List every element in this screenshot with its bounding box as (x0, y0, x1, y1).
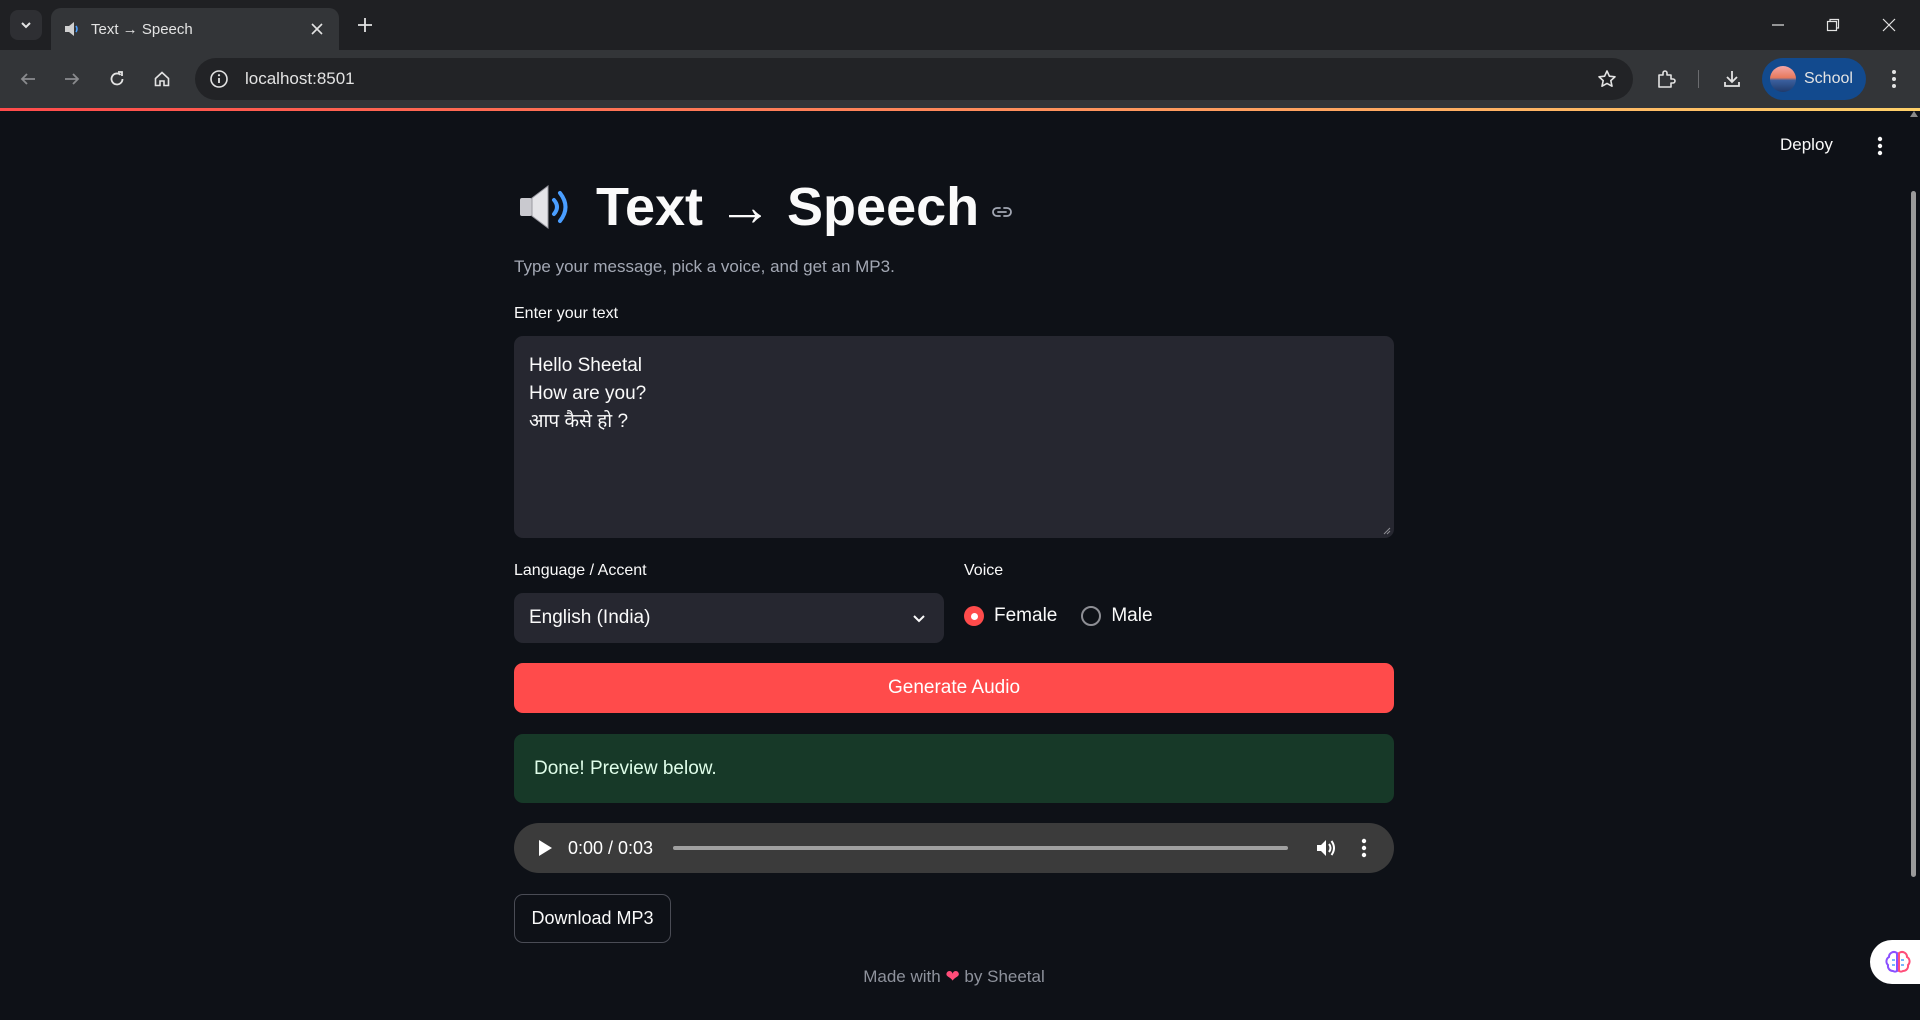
voice-option-label: Female (994, 605, 1058, 626)
footer-suffix: by Sheetal (964, 967, 1045, 986)
back-button[interactable] (12, 63, 44, 95)
footer-prefix: Made with (863, 967, 941, 986)
restore-button[interactable] (1820, 12, 1846, 38)
scroll-up-arrow[interactable] (1910, 111, 1918, 117)
reload-icon (110, 71, 124, 86)
forward-button[interactable] (56, 63, 88, 95)
profile-button[interactable]: School (1762, 58, 1866, 100)
bookmark-star-icon[interactable] (1593, 65, 1621, 93)
heart-icon: ❤ (945, 967, 960, 986)
close-icon (1882, 18, 1896, 32)
url-text[interactable]: localhost:8501 (245, 69, 1593, 89)
close-window-button[interactable] (1876, 12, 1902, 38)
page-title: Text → Speech (596, 177, 980, 237)
download-icon (1724, 71, 1740, 87)
restore-icon (1826, 18, 1840, 32)
vertical-dots-icon (1877, 136, 1883, 156)
app-viewport: Deploy Text → Speech Type your message, … (0, 111, 1920, 1020)
audio-options-icon[interactable] (1354, 836, 1374, 860)
tab-title: Text → Speech (91, 20, 193, 38)
site-info-icon[interactable] (207, 67, 231, 91)
brain-icon (1885, 951, 1911, 973)
resize-handle-icon[interactable] (1381, 525, 1391, 535)
language-label: Language / Accent (514, 562, 647, 579)
download-mp3-button[interactable]: Download MP3 (514, 894, 671, 943)
browser-menu-button[interactable] (1878, 63, 1910, 95)
audio-time: 0:00 / 0:03 (568, 837, 654, 858)
scrollbar-thumb[interactable] (1911, 191, 1916, 877)
browser-tab-bar: Text → Speech (0, 0, 1920, 50)
volume-icon[interactable] (1314, 836, 1338, 860)
voice-option-label: Male (1111, 605, 1153, 626)
tab-close-icon[interactable] (307, 19, 327, 39)
voice-option-female[interactable]: Female (964, 605, 1057, 627)
extensions-button[interactable] (1650, 63, 1682, 95)
text-input-area[interactable]: Hello Sheetal How are you? आप कैसे हो ? (514, 336, 1394, 538)
text-line: Hello Sheetal (529, 355, 643, 376)
anchor-link-icon[interactable] (991, 201, 1013, 223)
generate-audio-button[interactable]: Generate Audio (514, 663, 1394, 713)
arrow-left-icon (20, 73, 35, 85)
home-button[interactable] (146, 63, 178, 95)
minimize-icon (1772, 24, 1784, 26)
chevron-down-icon (909, 608, 929, 628)
speaker-favicon-icon (63, 20, 81, 38)
success-alert: Done! Preview below. (514, 734, 1394, 803)
downloads-button[interactable] (1716, 63, 1748, 95)
text-line: How are you? (529, 383, 647, 404)
voice-option-male[interactable]: Male (1081, 605, 1153, 627)
plus-icon (358, 18, 372, 32)
text-input-label: Enter your text (514, 305, 619, 322)
audio-player: 0:00 / 0:03 (514, 823, 1394, 873)
footer-text: Made with ❤ by Sheetal (514, 967, 1394, 987)
floating-assistant-button[interactable] (1870, 940, 1920, 984)
home-icon (154, 71, 170, 87)
toolbar-separator (1698, 70, 1699, 88)
deploy-button[interactable]: Deploy (1780, 135, 1833, 155)
page-caption: Type your message, pick a voice, and get… (514, 257, 895, 276)
play-icon[interactable] (534, 837, 556, 859)
profile-avatar (1770, 66, 1796, 92)
address-bar[interactable]: localhost:8501 (195, 58, 1633, 100)
page-title-row: Text → Speech (514, 167, 1013, 247)
puzzle-icon (1658, 70, 1676, 88)
radio-checked-icon[interactable] (964, 606, 984, 626)
audio-seek-bar[interactable] (673, 846, 1288, 850)
speaker-loud-icon (514, 176, 576, 238)
text-line: आप कैसे हो ? (529, 411, 629, 432)
minimize-button[interactable] (1765, 12, 1791, 38)
arrow-right-icon (65, 73, 80, 85)
language-selected-value: English (India) (529, 607, 651, 628)
vertical-dots-icon (1892, 70, 1896, 88)
new-tab-button[interactable] (352, 12, 378, 38)
app-menu-button[interactable] (1868, 133, 1892, 159)
profile-label: School (1804, 70, 1853, 87)
chevron-down-icon (21, 22, 31, 29)
reload-button[interactable] (101, 63, 133, 95)
radio-unchecked-icon[interactable] (1081, 606, 1102, 626)
browser-tab[interactable]: Text → Speech (51, 8, 339, 50)
tab-search-button[interactable] (10, 10, 42, 40)
browser-toolbar: localhost:8501 School (0, 50, 1920, 108)
voice-label: Voice (964, 562, 1004, 579)
language-select[interactable]: English (India) (514, 593, 944, 643)
voice-radio-group: Female Male (964, 605, 1177, 627)
